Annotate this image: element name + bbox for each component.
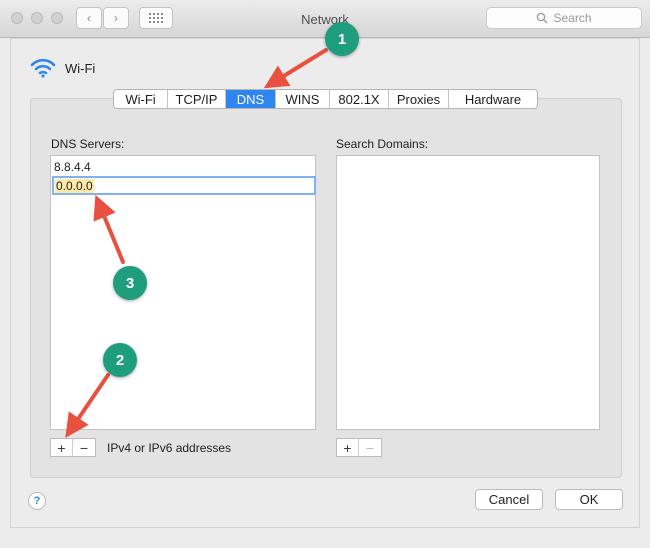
dns-hint: IPv4 or IPv6 addresses <box>107 441 232 455</box>
add-search-domain-button[interactable]: + <box>337 439 359 456</box>
search-icon <box>537 12 548 24</box>
search-field[interactable]: Search <box>486 7 642 29</box>
search-domains-label: Search Domains: <box>336 137 429 151</box>
tab-8021x[interactable]: 802.1X <box>330 90 389 108</box>
tab-hardware[interactable]: Hardware <box>449 90 537 108</box>
dns-add-remove-control: + − <box>50 438 96 457</box>
tab-dns[interactable]: DNS <box>226 90 276 108</box>
tab-proxies[interactable]: Proxies <box>389 90 449 108</box>
dns-server-edit-field[interactable]: 0.0.0.0 <box>52 176 316 195</box>
search-placeholder: Search <box>553 11 592 25</box>
tab-wins[interactable]: WINS <box>276 90 330 108</box>
add-dns-server-button[interactable]: + <box>51 439 73 456</box>
settings-tabs: Wi-Fi TCP/IP DNS WINS 802.1X Proxies Har… <box>113 89 538 109</box>
dns-server-row[interactable]: 8.8.4.4 <box>54 160 91 174</box>
step-badge-1: 1 <box>325 22 359 56</box>
cancel-button[interactable]: Cancel <box>475 489 543 510</box>
step-badge-2: 2 <box>103 343 137 377</box>
dns-servers-list[interactable]: 8.8.4.4 0.0.0.0 <box>50 155 316 430</box>
dns-servers-label: DNS Servers: <box>51 137 125 151</box>
interface-header: Wi-Fi <box>30 58 95 78</box>
interface-label: Wi-Fi <box>65 60 96 76</box>
remove-search-domain-button[interactable]: − <box>359 439 381 456</box>
wifi-icon <box>30 58 56 78</box>
remove-dns-server-button[interactable]: − <box>73 439 95 456</box>
dns-server-edit-value: 0.0.0.0 <box>55 179 94 193</box>
tab-wifi[interactable]: Wi-Fi <box>114 90 168 108</box>
tab-tcpip[interactable]: TCP/IP <box>168 90 226 108</box>
help-button[interactable]: ? <box>28 492 46 510</box>
ok-button[interactable]: OK <box>555 489 623 510</box>
search-domains-list[interactable] <box>336 155 600 430</box>
domain-add-remove-control: + − <box>336 438 382 457</box>
step-badge-3: 3 <box>113 266 147 300</box>
network-window: ‹ › Network Search Wi-Fi Wi-Fi TCP/IP DN… <box>0 0 650 548</box>
